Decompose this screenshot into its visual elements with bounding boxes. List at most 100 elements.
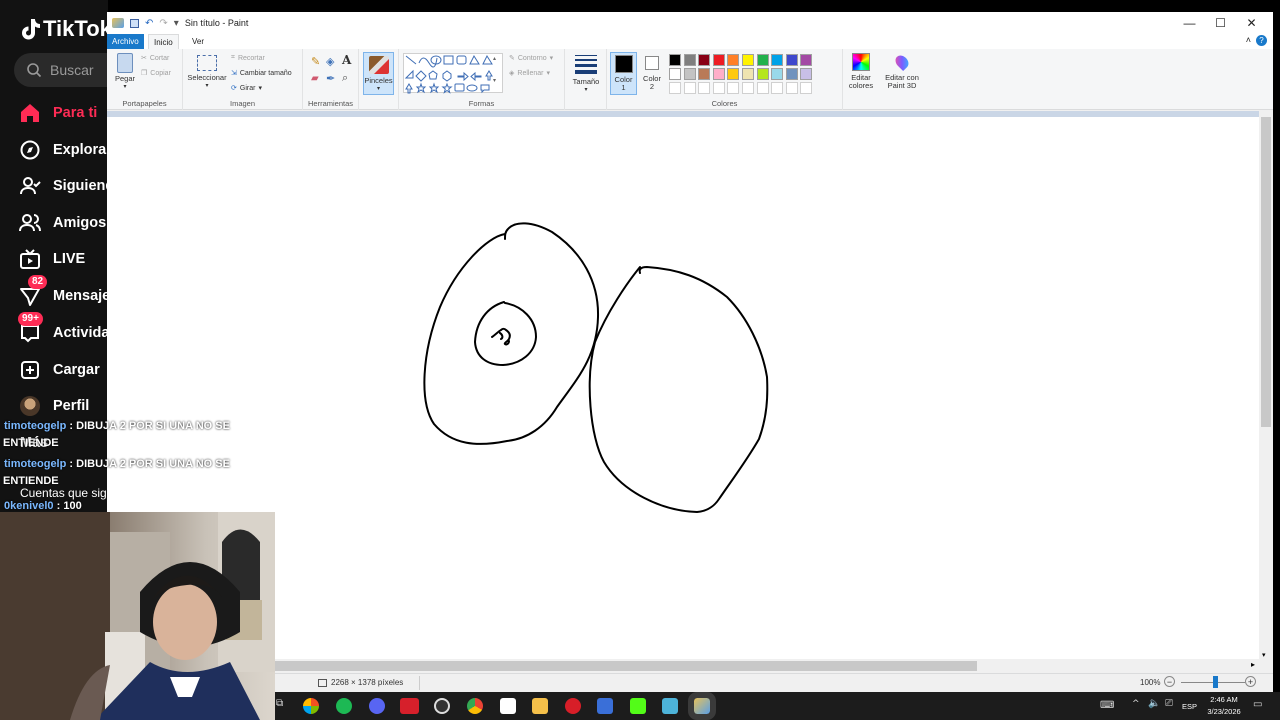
nav-friends[interactable]: Amigos	[18, 208, 108, 238]
scroll-down-icon[interactable]: ▾	[1262, 651, 1266, 659]
drawing-canvas[interactable]	[107, 117, 1259, 659]
brushes-button[interactable]: Pinceles ▾	[363, 52, 394, 95]
zoom-slider-thumb[interactable]	[1213, 676, 1218, 688]
nav-messages[interactable]: 82 Mensajes	[18, 275, 108, 311]
close-button[interactable]: ✕	[1236, 12, 1267, 34]
shapes-more-icon[interactable]: ▾	[493, 77, 496, 84]
shapes-scroll-up-icon[interactable]: ▴	[493, 55, 496, 62]
palette-swatch[interactable]	[785, 54, 798, 66]
palette-swatch[interactable]	[683, 82, 696, 94]
palette-swatch[interactable]	[712, 68, 725, 80]
rotate-button[interactable]: ⟳ Girar ▾	[231, 84, 262, 93]
horizontal-scrollbar[interactable]: ▸	[107, 659, 1259, 673]
paste-button[interactable]: Pegar ▾	[111, 53, 139, 91]
keyboard-icon[interactable]: ⌨	[1100, 700, 1114, 711]
palette-swatch[interactable]	[712, 82, 725, 94]
palette-swatch[interactable]	[669, 54, 681, 66]
zoom-out-button[interactable]: −	[1164, 676, 1175, 687]
tab-home[interactable]: Inicio	[148, 34, 179, 49]
nav-for-you[interactable]: Para ti	[18, 98, 108, 128]
palette-swatch[interactable]	[785, 82, 798, 94]
palette-swatch[interactable]	[727, 68, 740, 80]
outline-button[interactable]: ✎ Contorno ▾	[509, 54, 553, 63]
scroll-right-icon[interactable]: ▸	[1251, 660, 1255, 669]
palette-swatch[interactable]	[771, 54, 784, 66]
nav-following[interactable]: Siguiendo	[18, 171, 108, 201]
discord-icon[interactable]	[369, 698, 385, 714]
color-picker-icon[interactable]: ✒	[326, 72, 335, 85]
horizontal-scroll-thumb[interactable]	[275, 661, 977, 671]
fill-shape-button[interactable]: ◈ Rellenar ▾	[509, 69, 550, 78]
crop-button[interactable]: ⌗ Recortar	[231, 54, 265, 62]
opera-gx-icon[interactable]	[565, 698, 581, 714]
copy-button[interactable]: ❐ Copiar	[141, 69, 171, 78]
notifications-icon[interactable]: ▭	[1253, 699, 1262, 710]
palette-swatch[interactable]	[683, 68, 696, 80]
chrome-icon[interactable]	[467, 698, 483, 714]
zoom-in-button[interactable]: +	[1245, 676, 1256, 687]
search-input[interactable]: Buscar	[14, 53, 108, 87]
palette-swatch[interactable]	[698, 82, 711, 94]
select-button[interactable]: Seleccionar ▾	[187, 53, 227, 90]
undo-icon[interactable]: ↶	[145, 18, 153, 29]
palette-swatch[interactable]	[800, 82, 813, 94]
nav-upload[interactable]: Cargar	[18, 355, 108, 385]
size-button[interactable]: Tamaño ▾	[569, 53, 603, 94]
fill-icon[interactable]: ◈	[326, 55, 334, 68]
resize-button[interactable]: ⇲ Cambiar tamaño	[231, 69, 292, 78]
redo-icon[interactable]: ↷	[159, 18, 167, 29]
notepad-icon[interactable]	[662, 698, 678, 714]
palette-swatch[interactable]	[756, 82, 769, 94]
volume-icon[interactable]: 🔈	[1148, 698, 1160, 709]
network-icon[interactable]: ⎚	[1165, 698, 1173, 709]
palette-swatch[interactable]	[742, 68, 754, 80]
edit-colors-button[interactable]: Editar colores	[843, 53, 879, 90]
tab-view[interactable]: Ver	[187, 34, 209, 49]
palette-swatch[interactable]	[698, 68, 711, 80]
language-indicator[interactable]: ESP	[1182, 702, 1197, 711]
pencil-icon[interactable]: ✎	[311, 55, 320, 68]
palette-swatch[interactable]	[727, 54, 740, 66]
palette-swatch[interactable]	[742, 82, 754, 94]
spotify-icon[interactable]	[336, 698, 352, 714]
text-icon[interactable]: A	[342, 53, 351, 67]
magnifier-icon[interactable]: ⌕	[342, 72, 348, 85]
save-icon[interactable]	[130, 18, 139, 28]
eraser-icon[interactable]: ▰	[311, 73, 319, 84]
palette-swatch[interactable]	[756, 68, 769, 80]
paint-taskbar-icon[interactable]	[688, 692, 716, 720]
palette-swatch[interactable]	[771, 68, 784, 80]
file-explorer-icon[interactable]	[532, 698, 548, 714]
color2-button[interactable]: Color 2	[639, 52, 665, 91]
settings-app-icon[interactable]	[597, 698, 613, 714]
tray-chevron-icon[interactable]: ^	[1132, 699, 1140, 709]
palette-swatch[interactable]	[669, 82, 681, 94]
task-view-icon[interactable]: ⧉	[276, 698, 292, 714]
voicemeeter-icon[interactable]	[400, 698, 419, 714]
nav-activity[interactable]: 99+ Actividad	[18, 312, 108, 348]
palette-swatch[interactable]	[742, 54, 754, 66]
palette-swatch[interactable]	[712, 54, 725, 66]
clock[interactable]: 2:46 AM 3/23/2026	[1202, 695, 1246, 716]
palette-swatch[interactable]	[669, 68, 681, 80]
minimize-button[interactable]: —	[1174, 12, 1205, 34]
color1-button[interactable]: Color 1	[610, 52, 637, 95]
cut-button[interactable]: ✂ Cortar	[141, 54, 169, 63]
obs-icon[interactable]	[434, 698, 450, 714]
vertical-scrollbar[interactable]: ▾	[1259, 111, 1273, 659]
tiktok-logo[interactable]: TikTok	[20, 16, 108, 42]
palette-swatch[interactable]	[771, 82, 784, 94]
collapse-ribbon-icon[interactable]: ˄	[1246, 35, 1251, 45]
palette-swatch[interactable]	[698, 54, 711, 66]
palette-swatch[interactable]	[727, 82, 740, 94]
help-icon[interactable]: ?	[1256, 35, 1267, 46]
copilot-icon[interactable]	[303, 698, 319, 714]
nav-explore[interactable]: Explorar	[18, 135, 108, 165]
palette-swatch[interactable]	[756, 54, 769, 66]
tab-file[interactable]: Archivo	[107, 34, 144, 49]
palette-swatch[interactable]	[800, 68, 813, 80]
maximize-button[interactable]: ☐	[1205, 12, 1236, 34]
paint3d-button[interactable]: Editar con Paint 3D	[881, 52, 923, 90]
vertical-scroll-thumb[interactable]	[1261, 117, 1271, 427]
palette-swatch[interactable]	[683, 54, 696, 66]
